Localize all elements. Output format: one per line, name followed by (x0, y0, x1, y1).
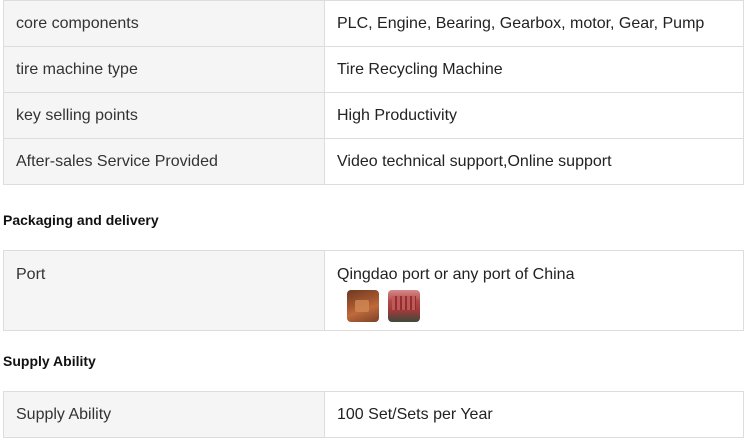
attribute-key: tire machine type (3, 46, 325, 93)
attribute-value: PLC, Engine, Bearing, Gearbox, motor, Ge… (324, 0, 744, 47)
attribute-key: core components (3, 0, 325, 47)
supply-section-title: Supply Ability (3, 353, 96, 369)
table-row: key selling points High Productivity (3, 92, 744, 139)
attribute-key: After-sales Service Provided (3, 138, 325, 185)
port-image-thumbnails (347, 290, 731, 322)
packaging-table: Port Qingdao port or any port of China (3, 250, 744, 331)
supply-value: 100 Set/Sets per Year (324, 391, 744, 438)
port-photo-thumbnail[interactable] (347, 290, 379, 322)
port-photo-thumbnail[interactable] (388, 290, 420, 322)
table-row: Supply Ability 100 Set/Sets per Year (3, 391, 744, 438)
port-label: Port (3, 250, 325, 331)
attribute-key: key selling points (3, 92, 325, 139)
supply-table: Supply Ability 100 Set/Sets per Year (3, 391, 744, 438)
table-row: core components PLC, Engine, Bearing, Ge… (3, 0, 744, 47)
attribute-value: High Productivity (324, 92, 744, 139)
table-row: After-sales Service Provided Video techn… (3, 138, 744, 185)
product-attributes-page: core components PLC, Engine, Bearing, Ge… (0, 0, 746, 440)
supply-label: Supply Ability (3, 391, 325, 438)
attribute-value: Tire Recycling Machine (324, 46, 744, 93)
attribute-value: Video technical support,Online support (324, 138, 744, 185)
attributes-table: core components PLC, Engine, Bearing, Ge… (3, 0, 744, 185)
port-value: Qingdao port or any port of China (337, 266, 575, 283)
table-row: Port Qingdao port or any port of China (3, 250, 744, 331)
packaging-section-title: Packaging and delivery (3, 212, 159, 228)
table-row: tire machine type Tire Recycling Machine (3, 46, 744, 93)
port-cell: Qingdao port or any port of China (324, 250, 744, 331)
